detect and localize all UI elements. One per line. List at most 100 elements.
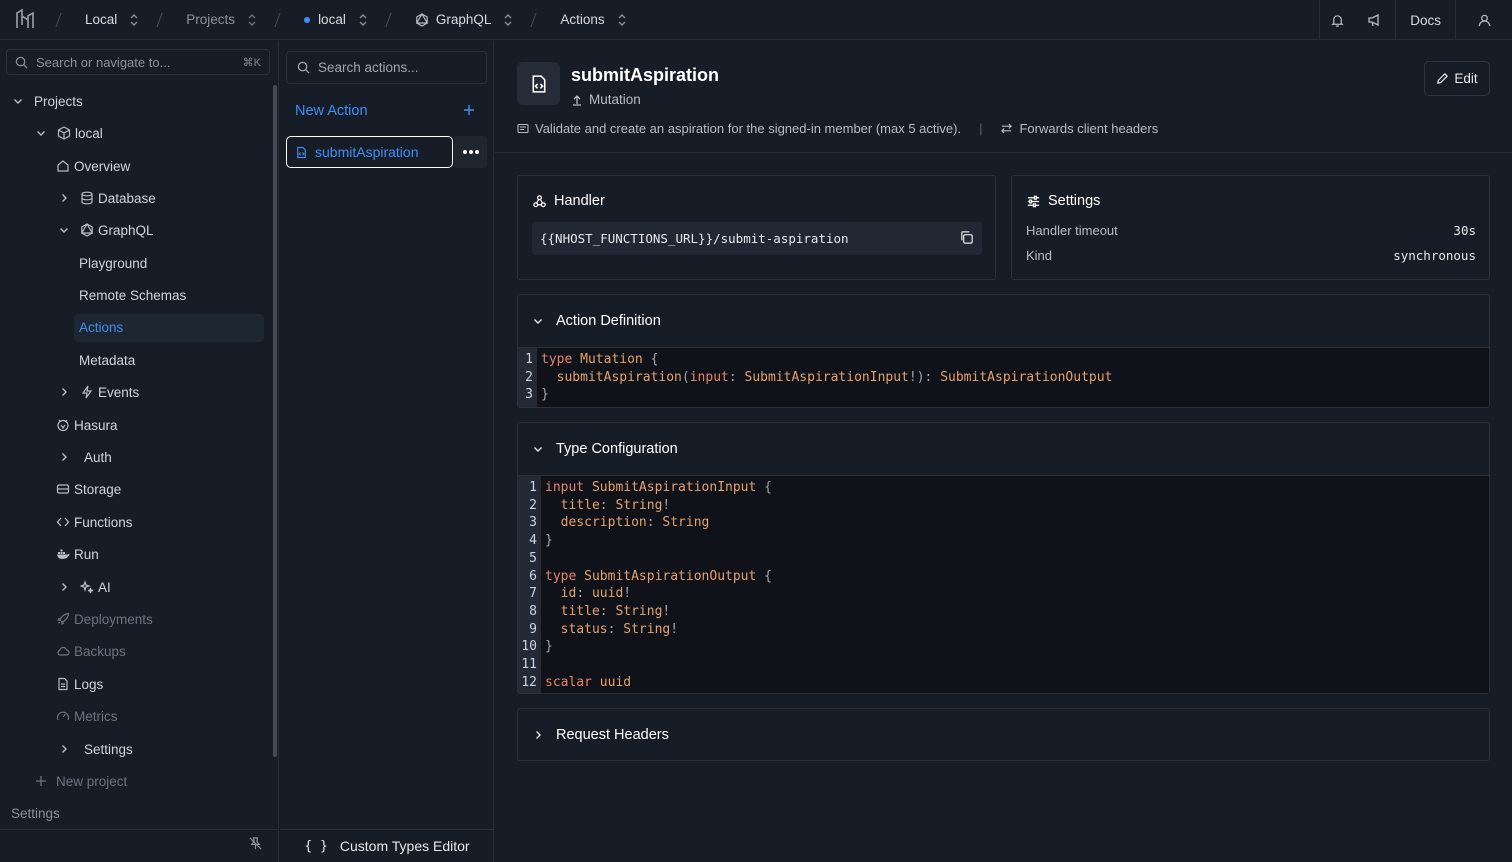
code-line: id: uuid! bbox=[560, 586, 632, 602]
section-title: Type Configuration bbox=[556, 441, 678, 457]
chevron-right-icon bbox=[62, 388, 67, 396]
sidebar-item-database[interactable]: Database bbox=[58, 185, 156, 211]
actions-panel: Search actions... New Action submitAspir… bbox=[280, 41, 494, 862]
sidebar-item-events[interactable]: Events bbox=[58, 379, 139, 405]
sidebar-item-project-local[interactable]: local bbox=[35, 120, 103, 146]
sparkles-icon bbox=[80, 580, 94, 594]
sidebar-item-deployments[interactable]: Deployments bbox=[56, 606, 153, 632]
custom-types-editor-button[interactable]: { } Custom Types Editor bbox=[280, 829, 494, 862]
sidebar-item-label: New project bbox=[56, 773, 128, 789]
home-icon bbox=[57, 160, 69, 172]
sidebar-item-remote-schemas[interactable]: Remote Schemas bbox=[79, 282, 186, 308]
forwards-headers-label: Forwards client headers bbox=[1019, 121, 1159, 136]
type-configuration-code[interactable]: 1 2 3 4 5 6 7 8 9 10 11 12 input SubmitA… bbox=[518, 475, 1489, 693]
sidebar-item-metadata[interactable]: Metadata bbox=[79, 347, 135, 373]
action-definition-toggle[interactable]: Action Definition bbox=[518, 295, 1489, 347]
sidebar-item-label: Run bbox=[74, 546, 99, 562]
chevron-right-icon bbox=[62, 745, 67, 753]
chevron-down-icon bbox=[532, 315, 544, 327]
more-options-button[interactable] bbox=[454, 136, 487, 168]
sidebar-item-graphql[interactable]: GraphQL bbox=[58, 217, 154, 243]
chevron-down-icon bbox=[37, 131, 45, 136]
handler-title-text: Handler bbox=[554, 193, 605, 209]
sidebar-item-projects[interactable]: Projects bbox=[12, 88, 83, 114]
sidebar-item-playground[interactable]: Playground bbox=[79, 250, 147, 276]
sidebar-item-settings[interactable]: Settings bbox=[58, 736, 133, 762]
custom-types-label: Custom Types Editor bbox=[339, 838, 470, 854]
line-number: 8 bbox=[529, 603, 537, 619]
action-icon-box bbox=[517, 62, 560, 105]
new-action-button[interactable]: New Action bbox=[295, 103, 368, 119]
sidebar-item-overview[interactable]: Overview bbox=[56, 153, 130, 179]
sidebar-item-run[interactable]: Run bbox=[56, 541, 99, 567]
sidebar-footer-settings[interactable]: Settings bbox=[11, 800, 60, 826]
graphql-icon bbox=[415, 12, 429, 27]
sidebar-item-backups[interactable]: Backups bbox=[56, 638, 126, 664]
line-number: 2 bbox=[529, 497, 537, 513]
sidebar-item-logs[interactable]: Logs bbox=[56, 671, 103, 697]
sidebar-scrollbar[interactable] bbox=[273, 85, 277, 757]
action-definition-code[interactable]: 1 2 3 type Mutation { submitAspiration(i… bbox=[518, 347, 1489, 407]
crumb-actions[interactable]: Actions bbox=[513, 0, 626, 40]
rocket-icon bbox=[56, 612, 70, 626]
cloud-icon bbox=[57, 646, 70, 656]
chevron-updown-icon bbox=[247, 13, 257, 27]
database-icon bbox=[81, 191, 93, 205]
action-list-item[interactable]: submitAspiration bbox=[286, 136, 453, 168]
navigate-search-input[interactable]: Search or navigate to... ⌘K bbox=[6, 49, 270, 75]
logo-icon[interactable] bbox=[14, 8, 38, 32]
code-line: status: String! bbox=[560, 621, 679, 637]
line-number: 4 bbox=[529, 533, 537, 549]
storage-icon bbox=[56, 484, 70, 494]
arrows-exchange-icon bbox=[1000, 122, 1013, 135]
sidebar-item-label: Storage bbox=[74, 481, 122, 497]
crumb-label: local bbox=[318, 12, 346, 27]
sidebar-item-label: Hasura bbox=[74, 417, 118, 433]
sidebar-item-actions[interactable]: Actions bbox=[79, 314, 123, 340]
sidebar-item-label: AI bbox=[98, 579, 111, 595]
edit-button[interactable]: Edit bbox=[1424, 61, 1490, 96]
actions-search-input[interactable]: Search actions... bbox=[286, 51, 487, 84]
handler-url[interactable]: {{NHOST_FUNCTIONS_URL}}/submit-aspiratio… bbox=[532, 222, 982, 255]
sidebar-item-metrics[interactable]: Metrics bbox=[56, 703, 118, 729]
crumb-project[interactable]: local bbox=[257, 0, 368, 40]
chevron-right-icon bbox=[62, 453, 67, 461]
type-configuration-toggle[interactable]: Type Configuration bbox=[518, 423, 1489, 475]
crumb-graphql[interactable]: GraphQL bbox=[368, 0, 514, 40]
chevron-updown-icon bbox=[129, 13, 139, 27]
crumb-organization[interactable]: Local bbox=[38, 0, 139, 40]
line-numbers: 1 2 3 4 5 6 7 8 9 10 11 12 bbox=[518, 476, 541, 693]
sidebar-item-storage[interactable]: Storage bbox=[56, 476, 121, 502]
page-title: submitAspiration bbox=[571, 65, 720, 85]
action-kind-label: Mutation bbox=[589, 92, 641, 107]
pin-off-icon[interactable] bbox=[248, 836, 263, 851]
announcements-megaphone-icon[interactable] bbox=[1355, 0, 1395, 40]
user-avatar-icon[interactable] bbox=[1456, 0, 1512, 40]
docs-link[interactable]: Docs bbox=[1395, 0, 1456, 40]
chevron-updown-icon bbox=[503, 13, 513, 27]
plus-icon[interactable] bbox=[462, 103, 476, 117]
sidebar-item-hasura[interactable]: Hasura bbox=[56, 412, 118, 438]
settings-title-text: Settings bbox=[1048, 193, 1101, 209]
line-number: 7 bbox=[529, 586, 537, 602]
chevron-down-icon bbox=[60, 228, 68, 233]
line-number: 3 bbox=[529, 515, 537, 531]
new-project-button[interactable]: New project bbox=[34, 768, 127, 794]
sidebar-item-functions[interactable]: Functions bbox=[56, 509, 133, 535]
sidebar-item-ai[interactable]: AI bbox=[58, 574, 111, 600]
notifications-bell-icon[interactable] bbox=[1319, 0, 1355, 40]
chevron-right-icon bbox=[62, 583, 67, 591]
crumb-projects[interactable]: Projects bbox=[139, 0, 257, 40]
lightning-icon bbox=[81, 385, 93, 399]
code-line: type Mutation { bbox=[541, 352, 659, 367]
settings-title: Settings bbox=[1026, 193, 1100, 209]
chevron-updown-icon bbox=[617, 13, 627, 27]
file-code-icon bbox=[295, 146, 308, 159]
crumb-label: GraphQL bbox=[435, 12, 492, 27]
copy-icon[interactable] bbox=[959, 230, 974, 245]
sidebar-item-auth[interactable]: Auth bbox=[58, 444, 112, 470]
separator: | bbox=[979, 121, 983, 136]
request-headers-toggle[interactable]: Request Headers bbox=[518, 709, 1489, 761]
